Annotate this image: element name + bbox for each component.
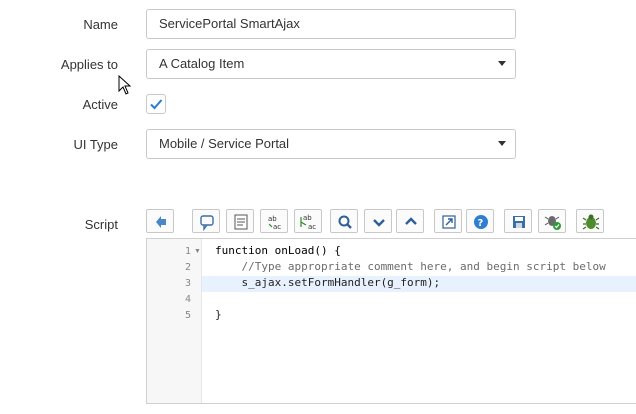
format-code-button[interactable]: [146, 209, 174, 233]
find-next-button[interactable]: [364, 209, 392, 233]
svg-text:ac: ac: [273, 223, 281, 231]
format-code-icon: [156, 216, 166, 228]
chevron-down-icon: [373, 219, 385, 227]
dropdown-arrow-icon: [498, 61, 506, 66]
script-check-button[interactable]: [538, 209, 566, 233]
svg-text:ab: ab: [268, 215, 277, 223]
search-icon: [338, 215, 352, 229]
search-button[interactable]: [330, 209, 358, 233]
line-number: 2: [184, 262, 191, 273]
applies-to-value: A Catalog Item: [159, 56, 245, 71]
name-input[interactable]: ServicePortal SmartAjax: [146, 9, 516, 39]
fold-arrow-icon[interactable]: ▼: [194, 248, 201, 255]
save-icon: [513, 216, 525, 228]
chevron-up-icon: [405, 217, 417, 225]
help-button[interactable]: ?: [466, 209, 494, 233]
line-number: 1: [184, 246, 191, 257]
ui-type-label: UI Type: [73, 137, 118, 152]
mouse-cursor-icon: [118, 75, 132, 95]
applies-to-select[interactable]: A Catalog Item: [146, 49, 516, 79]
line-number: 4: [184, 294, 191, 305]
find-previous-button[interactable]: [396, 209, 424, 233]
document-list-icon: [234, 214, 248, 230]
svg-text:ac: ac: [308, 223, 316, 231]
script-check-icon: [544, 216, 561, 230]
dropdown-arrow-icon: [498, 141, 506, 146]
svg-text:ab: ab: [303, 214, 312, 222]
code-line: }: [215, 308, 222, 321]
code-line: s_ajax.setFormHandler(g_form);: [215, 276, 441, 289]
script-label: Script: [84, 217, 118, 232]
fullscreen-button[interactable]: [434, 209, 462, 233]
code-line: //Type appropriate comment here, and beg…: [215, 260, 606, 273]
code-line: function onLoad() {: [215, 244, 341, 257]
active-checkbox[interactable]: [146, 94, 166, 114]
save-button[interactable]: [504, 209, 532, 233]
replace-icon: ab ac: [268, 215, 281, 231]
replace-all-icon: ab ac: [300, 214, 316, 231]
ui-type-value: Mobile / Service Portal: [159, 136, 290, 151]
replace-button[interactable]: ab ac: [260, 209, 288, 233]
svg-text:?: ?: [478, 218, 484, 229]
applies-to-label: Applies to: [60, 57, 118, 72]
comment-button[interactable]: [192, 209, 220, 233]
help-icon: ?: [474, 215, 488, 229]
name-label: Name: [83, 17, 118, 32]
debug-button[interactable]: [576, 209, 604, 233]
checkmark-icon: [150, 99, 163, 110]
document-list-button[interactable]: [226, 209, 254, 233]
fullscreen-icon: [442, 215, 456, 229]
replace-all-button[interactable]: ab ac: [294, 209, 322, 233]
line-number: 3: [184, 278, 191, 289]
comment-icon: [200, 215, 214, 232]
debug-icon: [582, 214, 600, 230]
script-editor[interactable]: 1 ▼ 2 3 4 5 function onLoad() { //Type a…: [146, 238, 636, 404]
line-number: 5: [184, 310, 191, 321]
ui-type-select[interactable]: Mobile / Service Portal: [146, 129, 516, 159]
active-label: Active: [82, 97, 118, 112]
